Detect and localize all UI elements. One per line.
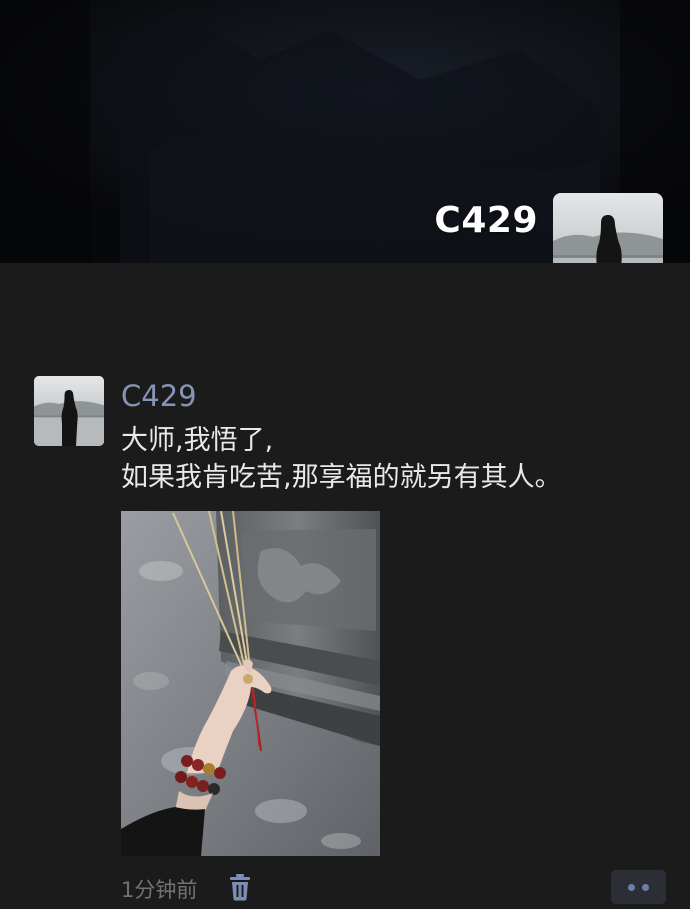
- author-name[interactable]: C429: [121, 379, 197, 413]
- more-dots-icon: [642, 884, 649, 891]
- more-dots-icon: [628, 884, 635, 891]
- cover-photo[interactable]: C429: [0, 0, 690, 263]
- post-text: 大师,我悟了, 如果我肯吃苦,那享福的就另有其人。: [121, 422, 681, 496]
- post-text-line: 如果我肯吃苦,那享福的就另有其人。: [121, 462, 562, 493]
- silhouette-avatar-icon: [553, 193, 663, 263]
- post-timestamp: 1分钟前: [121, 878, 198, 902]
- silhouette-avatar-icon: [34, 376, 104, 446]
- author-avatar[interactable]: [34, 376, 104, 446]
- trash-icon: [230, 874, 250, 901]
- incense-photo-image: [121, 511, 380, 856]
- more-options-button[interactable]: [611, 870, 666, 904]
- moments-page: C429 C429 大师,我悟了, 如果我肯吃苦,那享福的就另有其人。 1分钟前: [0, 0, 690, 909]
- post-text-line: 大师,我悟了,: [121, 425, 274, 456]
- profile-avatar[interactable]: [553, 193, 663, 263]
- profile-name[interactable]: C429: [434, 200, 538, 241]
- post-photo[interactable]: [121, 511, 380, 856]
- delete-button[interactable]: [227, 872, 253, 902]
